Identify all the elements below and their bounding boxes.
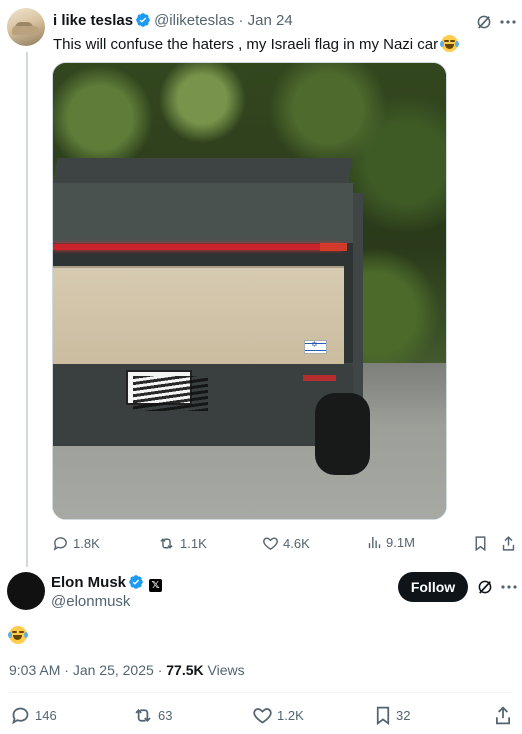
repost-button[interactable]: 63 [132,705,172,726]
views-count: 77.5K [166,662,204,678]
more-options-icon[interactable] [501,585,517,589]
tweet-meta: 9:03 AM · Jan 25, 2025 · 77.5K Views [9,662,245,678]
verified-badge-icon [128,574,144,590]
like-button[interactable]: 4.6K [262,535,310,552]
repost-count: 1.1K [180,536,207,551]
thread-line [26,52,28,567]
views-button[interactable]: 9.1M [367,535,415,550]
grok-icon[interactable] [476,578,494,596]
share-icon [494,705,512,726]
tweet-text-content: This will confuse the haters , my Israel… [53,36,439,53]
tweet-time[interactable]: 9:03 AM [9,662,60,678]
bookmark-button[interactable]: 32 [374,705,410,726]
main-tweet-text [8,626,28,646]
avatar-elonmusk[interactable] [7,572,45,610]
verified-badge-icon [135,12,151,28]
author-name[interactable]: i like teslas [53,12,133,29]
author-handle[interactable]: @iliketeslas [154,12,234,29]
share-icon [501,535,516,552]
tears-of-joy-emoji-icon [440,35,460,52]
avatar-iliketeslas[interactable] [7,8,45,46]
meta-separator: · [157,662,163,678]
views-label: Views [207,662,245,678]
tweet-header: i like teslas @iliketeslas · Jan 24 [53,12,293,29]
heart-icon [252,705,273,726]
repost-icon [132,705,154,726]
meta-separator: · [64,662,69,678]
share-button[interactable] [494,705,512,726]
x-affiliate-badge-icon[interactable]: 𝕏 [149,579,163,592]
reply-button[interactable]: 146 [10,705,57,726]
tweet-text: This will confuse the haters , my Israel… [53,35,460,53]
bookmark-icon [473,535,488,552]
reply-count: 1.8K [73,536,100,551]
bookmark-icon [374,705,392,726]
bookmark-count: 32 [396,708,411,723]
main-tweet-actions: 146 63 1.2K 32 [10,705,515,727]
repost-button[interactable]: 1.1K [157,535,207,552]
tweet-actions: 1.8K 1.1K 4.6K 9.1M [52,535,522,555]
like-count: 1.2K [277,708,304,723]
share-button[interactable] [501,535,516,552]
tears-of-joy-emoji-icon [8,626,28,644]
main-author-row: Elon Musk 𝕏 [51,574,163,592]
tweet-photo[interactable] [52,62,447,520]
analytics-icon [367,535,382,550]
tweet-date[interactable]: Jan 24 [248,12,293,29]
reply-icon [52,535,69,552]
israeli-flag-sticker [304,340,327,354]
reply-button[interactable]: 1.8K [52,535,100,552]
main-author-name[interactable]: Elon Musk [51,574,126,591]
repost-count: 63 [158,708,173,723]
follow-button[interactable]: Follow [398,572,468,602]
bookmark-button[interactable] [473,535,488,552]
header-separator: · [238,12,244,29]
repost-icon [157,535,176,552]
heart-icon [262,535,279,552]
views-count: 9.1M [386,535,415,550]
like-count: 4.6K [283,536,310,551]
grok-icon[interactable] [475,13,493,31]
reply-icon [10,705,31,726]
tweet-full-date[interactable]: Jan 25, 2025 [73,662,154,678]
more-options-icon[interactable] [500,20,516,24]
main-author-handle[interactable]: @elonmusk [51,593,130,610]
like-button[interactable]: 1.2K [252,705,304,726]
divider [9,692,512,693]
reply-count: 146 [35,708,57,723]
